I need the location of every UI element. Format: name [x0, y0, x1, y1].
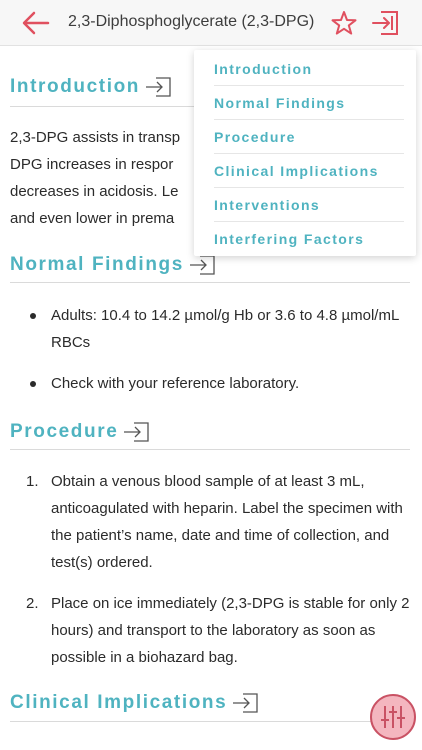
section-heading-introduction: Introduction — [10, 76, 174, 98]
step-text: Place on ice immediately (2,3-DPG is sta… — [51, 595, 410, 666]
divider — [10, 721, 410, 722]
back-arrow-icon — [22, 11, 50, 35]
section-menu: Introduction Normal Findings Procedure C… — [194, 50, 416, 256]
list-item: Check with your reference laboratory. — [30, 370, 400, 397]
adjust-sliders-icon — [381, 706, 405, 728]
adjust-settings-button[interactable] — [370, 694, 416, 740]
top-bar: 2,3-Diphosphoglycerate (2,3-DPG) — [0, 0, 422, 46]
jump-to-section-icon — [372, 11, 398, 35]
menu-item-interfering-factors[interactable]: Interfering Factors — [214, 222, 404, 256]
menu-item-introduction[interactable]: Introduction — [214, 52, 404, 86]
menu-item-procedure[interactable]: Procedure — [214, 120, 404, 154]
section-title: Introduction — [10, 76, 141, 97]
bullet-icon — [30, 381, 36, 387]
jump-to-section-icon[interactable] — [144, 76, 174, 98]
list-item: 1. Obtain a venous blood sample of at le… — [26, 468, 416, 576]
page-title: 2,3-Diphosphoglycerate (2,3-DPG) — [68, 13, 315, 30]
section-title: Procedure — [10, 421, 119, 442]
section-heading-clinical-implications: Clinical Implications — [10, 692, 261, 714]
jump-to-section-icon[interactable] — [122, 421, 152, 443]
menu-item-normal-findings[interactable]: Normal Findings — [214, 86, 404, 120]
jump-to-section-icon[interactable] — [188, 254, 218, 276]
list-item-text: Check with your reference laboratory. — [51, 375, 300, 392]
section-heading-procedure: Procedure — [10, 421, 152, 443]
step-number: 2. — [26, 595, 39, 612]
menu-item-clinical-implications[interactable]: Clinical Implications — [214, 154, 404, 188]
divider — [10, 282, 410, 283]
section-title: Clinical Implications — [10, 692, 228, 713]
step-number: 1. — [26, 473, 39, 490]
list-item: Adults: 10.4 to 14.2 µmol/g Hb or 3.6 to… — [30, 302, 400, 356]
back-button[interactable] — [20, 8, 52, 38]
menu-item-interventions[interactable]: Interventions — [214, 188, 404, 222]
section-heading-normal-findings: Normal Findings — [10, 254, 218, 276]
favorite-button[interactable] — [330, 9, 358, 37]
jump-to-section-icon[interactable] — [231, 692, 261, 714]
list-item-text: Adults: 10.4 to 14.2 µmol/g Hb or 3.6 to… — [51, 307, 399, 351]
step-text: Obtain a venous blood sample of at least… — [51, 473, 403, 571]
star-icon — [331, 11, 357, 35]
divider — [10, 449, 410, 450]
section-title: Normal Findings — [10, 254, 184, 275]
bullet-icon — [30, 313, 36, 319]
list-item: 2. Place on ice immediately (2,3-DPG is … — [26, 590, 416, 671]
toc-button[interactable] — [370, 9, 400, 37]
